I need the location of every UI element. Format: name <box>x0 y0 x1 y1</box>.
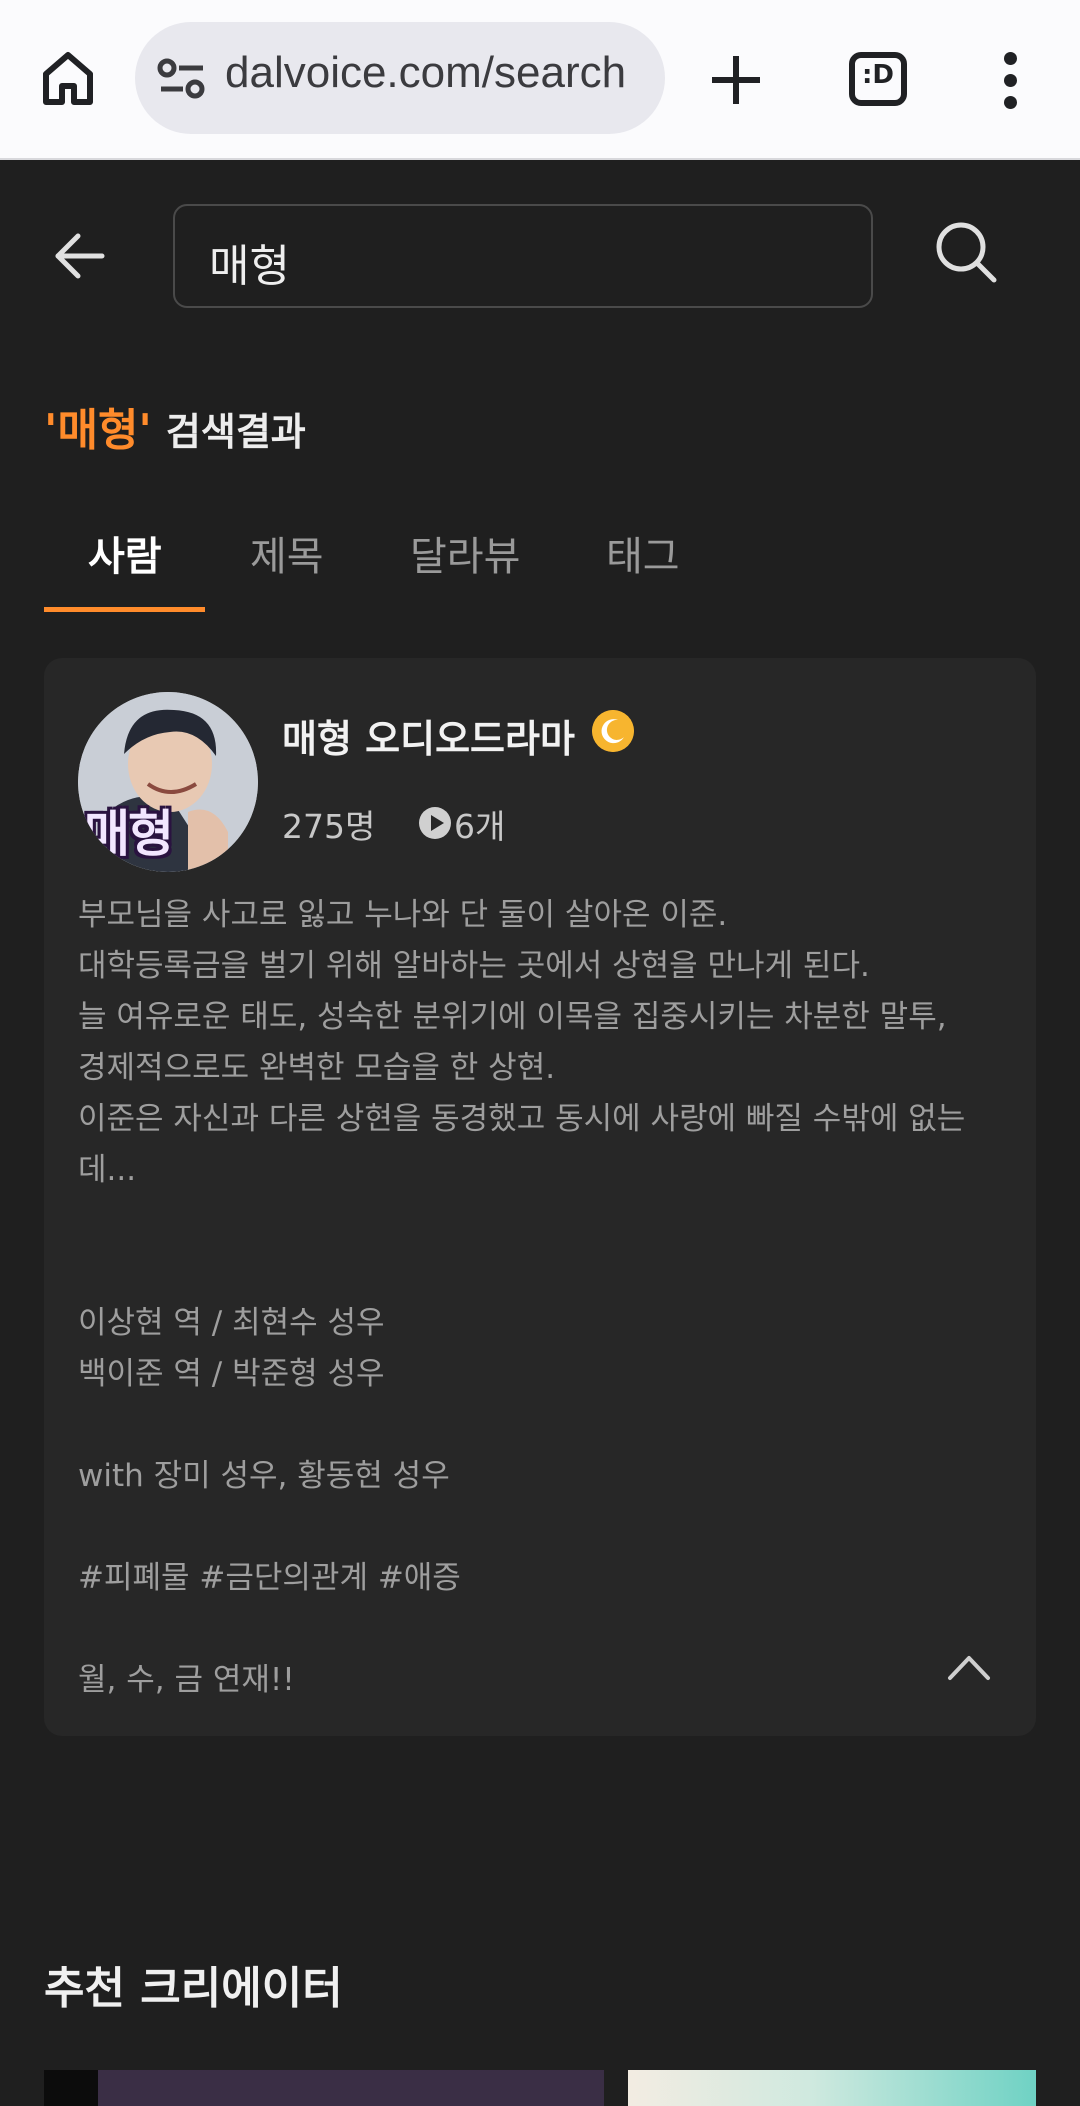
fan-count: 275명 <box>282 807 376 846</box>
address-bar[interactable]: dalvoice.com/search <box>135 22 665 134</box>
description-line: 대학등록금을 벌기 위해 알바하는 곳에서 상현을 만나게 된다. <box>78 948 870 984</box>
tab-dalabyu[interactable]: 달라뷰 <box>410 524 520 582</box>
chevron-up-icon[interactable] <box>944 1648 994 1688</box>
result-query: '매형' <box>44 405 152 456</box>
search-input[interactable]: 매형 <box>173 204 873 308</box>
avatar-logo-text: 매형 <box>84 805 174 863</box>
search-value[interactable]: 매형 <box>209 230 290 294</box>
play-circle-icon <box>419 807 451 839</box>
description-blank <box>78 1400 1008 1451</box>
home-icon[interactable] <box>38 48 98 108</box>
browser-toolbar: dalvoice.com/search :D <box>0 0 1080 160</box>
tab-count: :D <box>862 60 894 90</box>
tabs-icon[interactable]: :D <box>849 52 907 106</box>
description-line: 경제적으로도 완벽한 모습을 한 상현. <box>78 1050 556 1086</box>
description-blank <box>78 1502 1008 1553</box>
description-blank <box>78 1247 1008 1298</box>
description-line: with 장미 성우, 황동현 성우 <box>78 1458 450 1494</box>
moon-badge-icon <box>592 710 634 752</box>
back-arrow-icon[interactable] <box>52 228 108 284</box>
search-result-heading: '매형' 검색결과 <box>44 394 306 458</box>
result-label: 검색결과 <box>165 410 306 454</box>
description-schedule: 월, 수, 금 연재!! <box>78 1662 295 1698</box>
more-vert-icon[interactable] <box>996 50 1026 112</box>
search-icon[interactable] <box>934 220 998 284</box>
description-blank <box>78 1604 1008 1655</box>
creator-description: 부모님을 사고로 잃고 누나와 단 둘이 살아온 이준. 대학등록금을 벌기 위… <box>78 890 1008 1706</box>
description-line: 늘 여유로운 태도, 성숙한 분위기에 이목을 집중시키는 차분한 말투, <box>78 999 947 1035</box>
description-line: 데... <box>78 1152 137 1188</box>
description-line: 백이준 역 / 박준형 성우 <box>78 1356 385 1392</box>
plus-icon[interactable] <box>706 50 766 110</box>
creator-card[interactable]: 매형 매형 오디오드라마 275명 6개 부모님을 사고로 잃고 누나와 단 둘… <box>44 658 1036 1736</box>
tune-icon[interactable] <box>157 58 207 100</box>
url-text[interactable]: dalvoice.com/search <box>225 48 626 98</box>
avatar[interactable]: 매형 <box>78 692 258 872</box>
active-tab-indicator <box>44 607 205 612</box>
description-line: 이상현 역 / 최현수 성우 <box>78 1305 385 1341</box>
description-tags: #피폐물 #금단의관계 #애증 <box>78 1560 461 1596</box>
creator-name[interactable]: 매형 오디오드라마 <box>282 708 575 763</box>
tab-people[interactable]: 사람 <box>88 524 162 582</box>
recommended-creator-thumbnail[interactable] <box>628 2070 1036 2106</box>
description-line: 부모님을 사고로 잃고 누나와 단 둘이 살아온 이준. <box>78 897 728 933</box>
tab-tag[interactable]: 태그 <box>606 524 680 582</box>
cast-count: 6개 <box>454 807 506 846</box>
tab-title[interactable]: 제목 <box>250 524 324 582</box>
recommended-creator-thumbnail[interactable] <box>44 2070 604 2106</box>
description-line: 이준은 자신과 다른 상현을 동경했고 동시에 사랑에 빠질 수밖에 없는 <box>78 1101 966 1137</box>
recommended-creators-title: 추천 크리에이터 <box>44 1963 343 2014</box>
description-blank <box>78 1196 1008 1247</box>
